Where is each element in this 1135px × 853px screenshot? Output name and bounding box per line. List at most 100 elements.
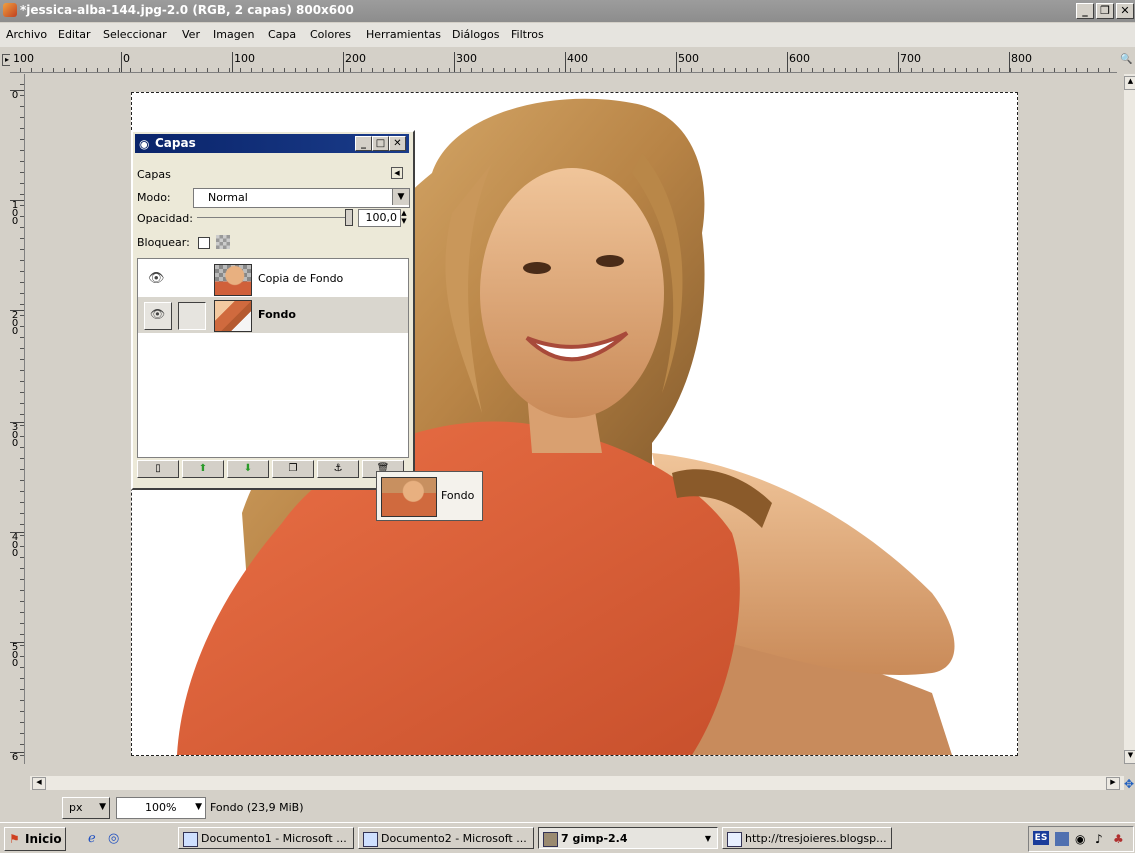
ruler-tick: 200 — [11, 310, 19, 337]
network-icon[interactable] — [1055, 832, 1069, 846]
task-gimp-group[interactable]: 7 gimp-2.4 ▼ — [538, 827, 718, 849]
gimp-icon — [543, 832, 558, 847]
layer-thumbnail — [214, 300, 252, 332]
minimize-button[interactable]: _ — [1076, 3, 1094, 19]
task-label: 7 gimp-2.4 — [561, 832, 628, 845]
ruler-major-mark — [787, 52, 788, 72]
unit-value: px — [69, 801, 83, 814]
zoom-value: 100% — [145, 801, 177, 814]
task-browser[interactable]: http://tresjoieres.blogsp... — [722, 827, 892, 849]
opacity-label: Opacidad: — [137, 212, 193, 225]
task-documento2[interactable]: Documento2 - Microsoft ... — [358, 827, 534, 849]
ruler-tick: 0 — [11, 90, 19, 101]
opacity-input[interactable]: 100,0 — [358, 209, 401, 227]
menu-herramientas[interactable]: Herramientas — [366, 28, 441, 41]
menu-editar[interactable]: Editar — [58, 28, 91, 41]
status-bar: px ▼ 100% ▼ Fondo (23,9 MiB) — [0, 793, 1135, 821]
raise-layer-button[interactable]: ⬆ — [182, 460, 224, 478]
tab-menu-arrow-icon[interactable]: ◀ — [391, 167, 403, 179]
anchor-layer-button[interactable]: ⚓ — [317, 460, 359, 478]
layer-row-fondo[interactable]: 👁 Fondo — [138, 297, 408, 333]
vertical-scrollbar[interactable]: ▲ ▼ — [1124, 74, 1135, 764]
scroll-left-arrow-icon[interactable]: ◀ — [32, 777, 46, 790]
security-icon[interactable]: ◉ — [1075, 832, 1089, 846]
task-documento1[interactable]: Documento1 - Microsoft ... — [178, 827, 354, 849]
ruler-major-mark — [565, 52, 566, 72]
mode-value: Normal — [208, 191, 248, 204]
chevron-down-icon: ▼ — [704, 834, 711, 843]
opacity-spin-buttons[interactable]: ▲ ▼ — [400, 209, 408, 227]
scroll-down-arrow-icon[interactable]: ▼ — [1124, 750, 1135, 764]
mode-label: Modo: — [137, 191, 171, 204]
menu-filtros[interactable]: Filtros — [511, 28, 544, 41]
window-title-bar[interactable]: *jessica-alba-144.jpg-2.0 (RGB, 2 capas)… — [0, 0, 1135, 22]
layer-list[interactable]: 👁 Copia de Fondo 👁 Fondo — [137, 258, 409, 458]
start-button[interactable]: ⚑ Inicio — [4, 827, 66, 851]
visibility-toggle[interactable]: 👁 — [144, 302, 172, 330]
layers-dialog: ◉ Capas _ □ ✕ Capas ◀ Modo: Normal ▼ Opa… — [131, 130, 415, 490]
menu-capa[interactable]: Capa — [268, 28, 296, 41]
chain-link-toggle[interactable] — [178, 302, 206, 330]
mode-select[interactable]: Normal ▼ — [193, 188, 410, 208]
new-layer-button[interactable]: ▯ — [137, 460, 179, 478]
opacity-slider-handle[interactable] — [345, 209, 353, 226]
ruler-tick: 700 — [900, 52, 921, 65]
volume-icon[interactable]: ♪ — [1095, 832, 1109, 846]
dialog-maximize-button[interactable]: □ — [372, 136, 389, 151]
duplicate-layer-button[interactable]: ❐ — [272, 460, 314, 478]
gimp-eyes-icon: ◉ — [139, 137, 150, 151]
ruler-tick: 400 — [567, 52, 588, 65]
ruler-major-mark — [121, 52, 122, 72]
menu-archivo[interactable]: Archivo — [6, 28, 47, 41]
unit-select[interactable]: px ▼ — [62, 797, 110, 819]
menu-dialogos[interactable]: Diálogos — [452, 28, 500, 41]
word-document-icon — [183, 832, 198, 847]
app-tray-icon[interactable]: ♣ — [1113, 832, 1127, 846]
zoom-lock-icon[interactable]: 🔍 — [1120, 54, 1132, 68]
task-label: Documento2 - Microsoft ... — [381, 832, 527, 845]
restore-button[interactable]: ❐ — [1096, 3, 1114, 19]
lock-alpha-checkbox[interactable] — [198, 237, 210, 249]
anchor-icon: ⚓ — [333, 463, 343, 474]
lower-layer-button[interactable]: ⬇ — [227, 460, 269, 478]
ruler-major-mark — [10, 90, 24, 91]
menu-ver[interactable]: Ver — [182, 28, 200, 41]
ruler-tick: 400 — [11, 532, 19, 559]
ruler-tick: 200 — [345, 52, 366, 65]
ruler-major-mark — [10, 752, 24, 753]
scroll-up-arrow-icon[interactable]: ▲ — [1124, 76, 1135, 90]
menu-seleccionar[interactable]: Seleccionar — [103, 28, 167, 41]
internet-explorer-icon[interactable]: ℯ — [88, 831, 96, 846]
arrow-down-icon: ⬇ — [243, 463, 253, 474]
navigate-icon[interactable]: ✥ — [1124, 777, 1135, 791]
zoom-select[interactable]: 100% ▼ — [116, 797, 206, 819]
ruler-major-mark — [10, 422, 24, 423]
menu-colores[interactable]: Colores — [310, 28, 351, 41]
eye-visibility-icon: 👁 — [150, 307, 166, 321]
language-indicator[interactable]: ES — [1033, 831, 1049, 845]
menu-imagen[interactable]: Imagen — [213, 28, 254, 41]
ruler-tick: 800 — [1011, 52, 1032, 65]
arrow-up-icon: ⬆ — [198, 463, 208, 474]
eye-visibility-icon[interactable]: 👁 — [148, 271, 165, 286]
layer-name: Fondo — [258, 308, 296, 321]
layers-dialog-title-bar[interactable]: ◉ Capas _ □ ✕ — [135, 134, 409, 153]
close-button[interactable]: ✕ — [1116, 3, 1134, 19]
layers-tab-label: Capas — [137, 168, 171, 181]
page-icon: ▯ — [155, 463, 161, 474]
show-desktop-icon[interactable]: ◎ — [108, 831, 119, 846]
ruler-tick: 300 — [11, 422, 19, 449]
checkerboard-alpha-icon — [216, 235, 230, 249]
dialog-close-button[interactable]: ✕ — [389, 136, 406, 151]
lock-label: Bloquear: — [137, 236, 190, 249]
taskbar: ⚑ Inicio ℯ ◎ Documento1 - Microsoft ... … — [0, 822, 1135, 853]
word-document-icon — [363, 832, 378, 847]
dialog-minimize-button[interactable]: _ — [355, 136, 372, 151]
scroll-right-arrow-icon[interactable]: ▶ — [1106, 777, 1120, 790]
horizontal-scrollbar[interactable]: ◀ ▶ — [30, 776, 1124, 790]
opacity-slider-track[interactable] — [197, 217, 349, 218]
layer-button-bar: ▯ ⬆ ⬇ ❐ ⚓ 🗑 — [137, 460, 407, 478]
layer-row-copia-de-fondo[interactable]: 👁 Copia de Fondo — [138, 261, 408, 297]
ruler-major-mark — [343, 52, 344, 72]
internet-explorer-icon — [727, 832, 742, 847]
